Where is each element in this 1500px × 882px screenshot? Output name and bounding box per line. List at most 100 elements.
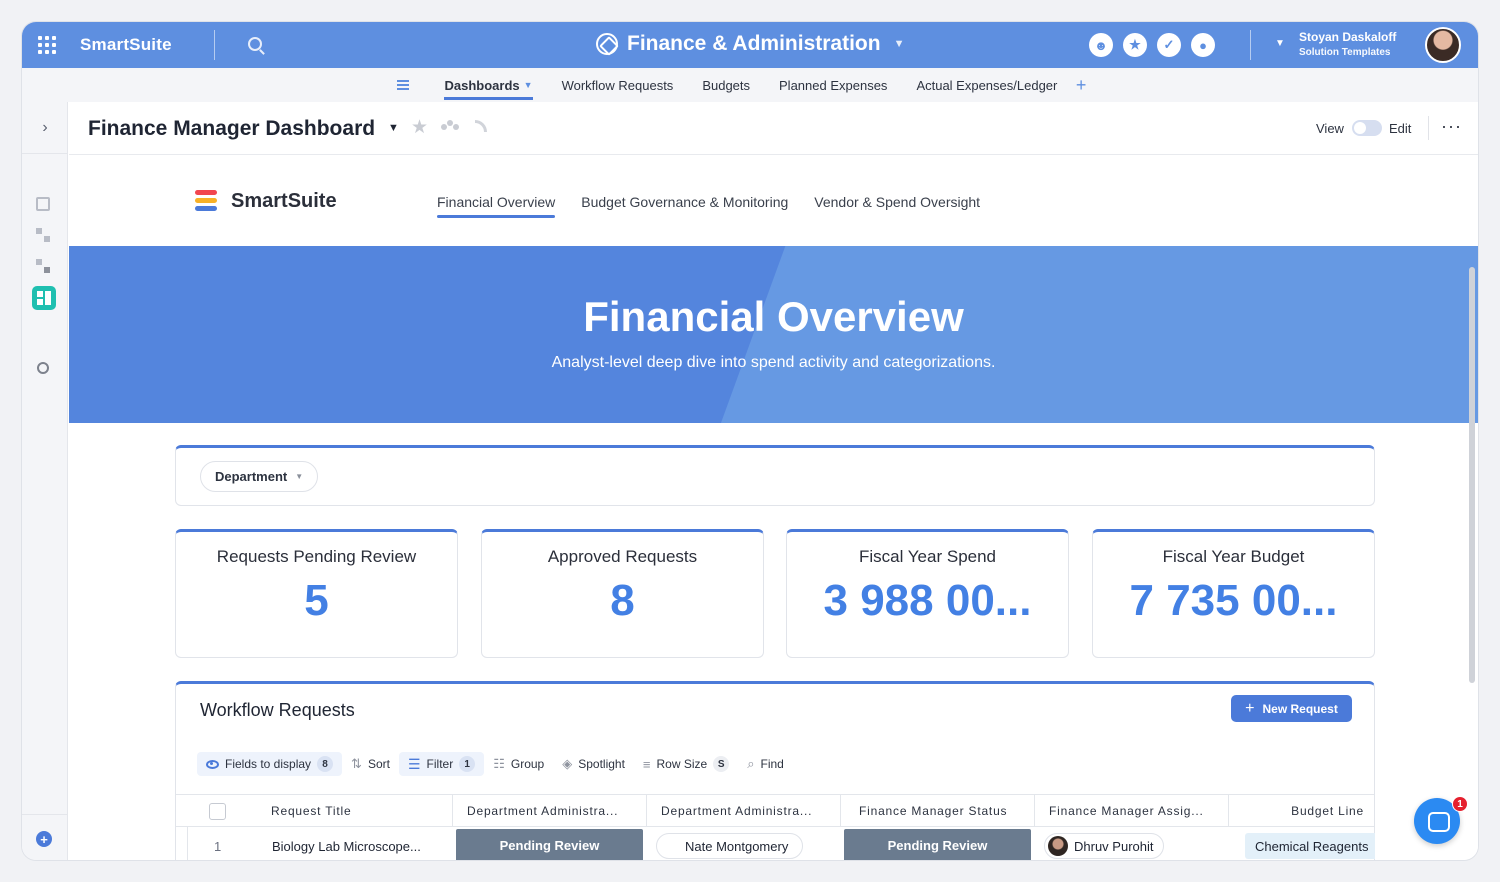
expand-sidebar-chevron-icon[interactable]: › [22, 102, 68, 154]
team-icon[interactable]: ☻ [1089, 33, 1113, 57]
divider [1428, 116, 1429, 140]
sort-icon: ⇅ [351, 756, 362, 771]
find-button[interactable]: ⌕ Find [738, 752, 793, 776]
new-request-button[interactable]: + New Request [1231, 695, 1352, 722]
document-icon[interactable] [36, 197, 50, 211]
column-header[interactable]: Finance Manager Assig... [1034, 795, 1228, 827]
more-options-icon[interactable]: ··· [1441, 116, 1462, 137]
menu-icon[interactable] [397, 80, 409, 90]
status-badge[interactable]: Pending Review [844, 829, 1031, 860]
select-all-checkbox[interactable] [209, 803, 226, 820]
spotlight-button[interactable]: ◈ Spotlight [553, 752, 634, 776]
brand-name[interactable]: SmartSuite [80, 35, 172, 55]
metric-label: Approved Requests [547, 547, 698, 566]
app-window: SmartSuite Finance & Administration ▼ ☻ … [22, 22, 1478, 860]
solution-nav: Dashboards ▼ Workflow Requests Budgets Pl… [22, 68, 1478, 102]
row-size-button[interactable]: ≡ Row Size S [634, 752, 738, 776]
filter-button[interactable]: ☰ Filter 1 [398, 752, 485, 776]
user-menu-chevron-icon[interactable]: ▼ [1275, 38, 1285, 49]
toolbar-label: Row Size [656, 757, 708, 771]
metric-label: Fiscal Year Spend [858, 547, 997, 566]
sidebar-footer: + [22, 814, 68, 860]
dashboard-icon[interactable] [36, 228, 50, 242]
divider [1250, 30, 1251, 60]
tab-financial-overview[interactable]: Financial Overview [437, 194, 556, 218]
user-chip: Nate Montgomery [656, 833, 804, 859]
tasks-check-icon[interactable]: ✓ [1157, 33, 1181, 57]
vertical-scrollbar[interactable] [1469, 267, 1475, 683]
toolbar-label: Fields to display [225, 757, 312, 771]
toolbar-label: Find [760, 757, 784, 771]
search-icon[interactable] [248, 37, 262, 51]
dashboard-icon[interactable] [36, 259, 50, 273]
budget-line-tag: Chemical Reagents [1245, 833, 1375, 859]
budget-line-cell[interactable]: Chemical Reagents [1245, 827, 1375, 860]
tab-budgets[interactable]: Budgets [688, 68, 765, 102]
user-chip: Dhruv Purohit [1044, 833, 1165, 859]
plus-icon: + [1245, 699, 1255, 717]
sort-button[interactable]: ⇅ Sort [342, 752, 399, 776]
tab-vendor-spend[interactable]: Vendor & Spend Oversight [814, 194, 980, 216]
tab-dashboards[interactable]: Dashboards ▼ [430, 68, 547, 102]
user-circle-icon[interactable] [37, 362, 49, 374]
metric-card[interactable]: Approved Requests 8 [481, 529, 764, 658]
metric-card[interactable]: Fiscal Year Spend 3 988 00... [786, 529, 1069, 658]
toolbar-label: Group [510, 757, 545, 771]
hero-banner: Financial Overview Analyst-level deep di… [69, 246, 1478, 423]
status-badge[interactable]: Pending Review [456, 829, 643, 860]
user-menu[interactable]: Stoyan Daskaloff Solution Templates [1299, 30, 1396, 60]
metric-card[interactable]: Fiscal Year Budget 7 735 00... [1092, 529, 1375, 658]
assignee-cell[interactable]: Nate Montgomery [656, 827, 846, 860]
team-icon[interactable] [441, 120, 459, 134]
logo-bar [195, 190, 217, 195]
tab-planned-expenses[interactable]: Planned Expenses [765, 68, 902, 102]
department-filter-dropdown[interactable]: Department ▼ [200, 461, 319, 492]
main-content: Finance Manager Dashboard ▼ ★ View Edit … [69, 102, 1478, 860]
group-button[interactable]: ☷ Group [484, 752, 553, 776]
column-header[interactable]: Department Administra... [646, 795, 840, 827]
workspace-switcher[interactable]: Finance & Administration ▼ [596, 32, 904, 56]
page-title[interactable]: Finance Manager Dashboard [88, 117, 375, 141]
eye-icon [206, 759, 219, 769]
column-header[interactable]: Budget Line [1228, 795, 1374, 827]
tab-budget-governance[interactable]: Budget Governance & Monitoring [581, 194, 788, 216]
column-header[interactable]: Request Title [271, 795, 451, 827]
chevron-down-icon[interactable]: ▼ [388, 122, 399, 134]
hero-subtitle: Analyst-level deep dive into spend activ… [551, 354, 996, 371]
table-row[interactable]: 1 Biology Lab Microscope... Pending Revi… [187, 827, 1375, 860]
avatar [1048, 836, 1068, 856]
favorites-icon[interactable]: ★ [1123, 33, 1147, 57]
count-badge: 1 [459, 756, 476, 772]
notifications-bell-icon[interactable]: ● [1191, 33, 1215, 57]
tab-actual-expenses[interactable]: Actual Expenses/Ledger [902, 68, 1072, 102]
row-size-icon: ≡ [642, 756, 651, 772]
user-role: Solution Templates [1299, 47, 1391, 58]
search-icon: ⌕ [747, 756, 755, 771]
sidebar: › + [22, 102, 68, 860]
hero-title: Financial Overview [583, 293, 964, 340]
toolbar-label: Sort [367, 757, 390, 771]
add-table-icon[interactable]: + [1076, 75, 1087, 96]
column-header[interactable]: Finance Manager Status [840, 795, 1034, 827]
dashboard-tabs: Financial Overview Budget Governance & M… [437, 194, 980, 218]
chevron-down-icon: ▼ [523, 80, 533, 90]
tab-workflow-requests[interactable]: Workflow Requests [547, 68, 688, 102]
top-bar: SmartSuite Finance & Administration ▼ ☻ … [22, 22, 1478, 68]
filter-card: Department ▼ [175, 445, 1375, 506]
fields-to-display-button[interactable]: Fields to display 8 [197, 752, 343, 776]
dashboard-active-icon[interactable] [32, 286, 56, 310]
avatar[interactable] [1425, 27, 1461, 63]
request-title-cell[interactable]: Biology Lab Microscope... [272, 827, 448, 860]
divider [214, 30, 215, 60]
column-header[interactable]: Department Administra... [452, 795, 646, 827]
apps-grid-icon[interactable] [38, 36, 56, 54]
assignee-cell[interactable]: Dhruv Purohit [1044, 827, 1234, 860]
metric-label: Fiscal Year Budget [1162, 547, 1305, 566]
add-icon[interactable]: + [36, 831, 52, 847]
metric-card[interactable]: Requests Pending Review 5 [175, 529, 458, 658]
view-edit-toggle[interactable] [1352, 120, 1382, 136]
edit-label: Edit [1389, 121, 1412, 136]
filter-label: Department [215, 469, 288, 484]
rss-icon[interactable] [475, 120, 487, 132]
star-icon[interactable]: ★ [411, 116, 428, 139]
